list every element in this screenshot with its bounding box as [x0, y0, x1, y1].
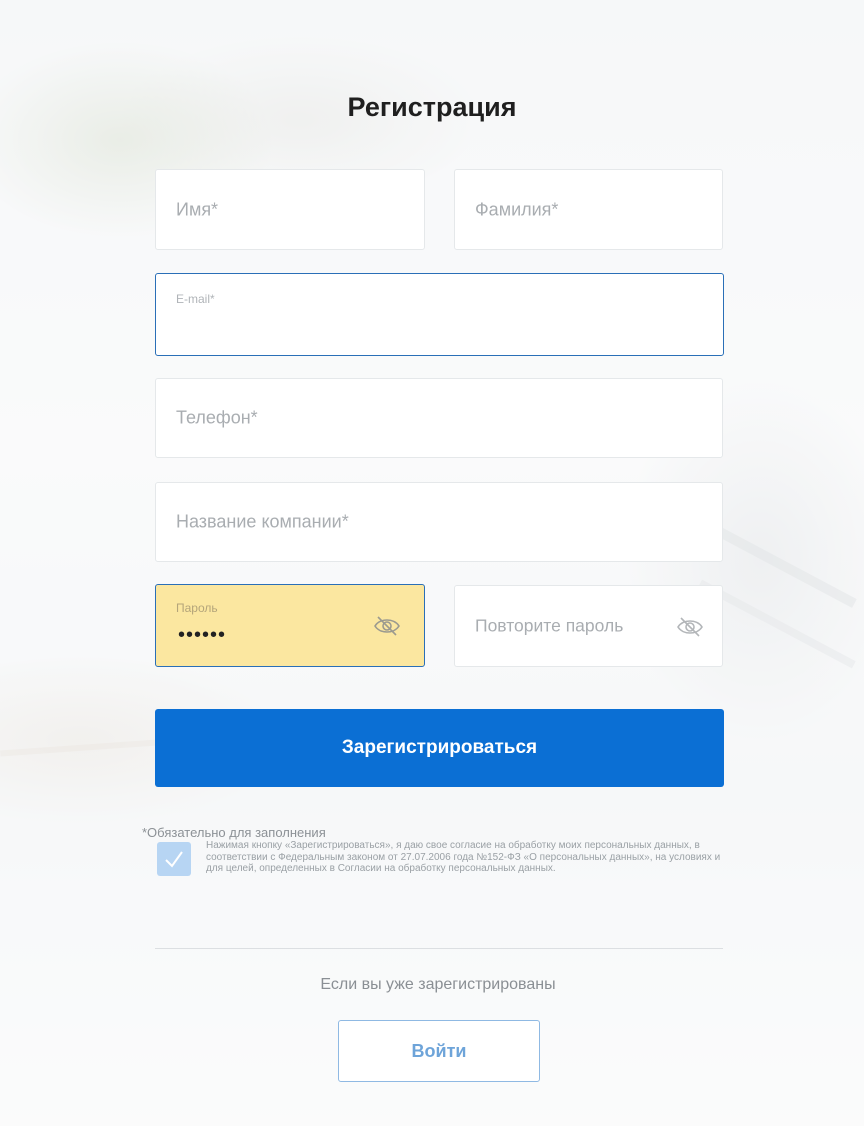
company-field[interactable]: Название компании* — [155, 482, 723, 562]
password-value: •••••• — [178, 624, 227, 646]
login-button[interactable]: Войти — [338, 1020, 540, 1082]
first-name-placeholder: Имя* — [176, 199, 219, 219]
phone-field[interactable]: Телефон* — [155, 378, 723, 458]
password-label: Пароль — [176, 601, 218, 615]
eye-off-icon[interactable] — [676, 616, 704, 638]
password-repeat-field[interactable]: Повторите пароль — [454, 585, 723, 667]
consent-text: Нажимая кнопку «Зарегистрироваться», я д… — [206, 840, 721, 875]
email-label: E-mail* — [176, 292, 215, 306]
background-overlay — [0, 0, 864, 1126]
first-name-field[interactable]: Имя* — [155, 169, 425, 250]
password-field[interactable]: Пароль •••••• — [155, 584, 425, 667]
last-name-placeholder: Фамилия* — [475, 199, 559, 219]
last-name-field[interactable]: Фамилия* — [454, 169, 723, 250]
company-placeholder: Название компании* — [176, 511, 349, 532]
checkmark-icon — [165, 851, 183, 868]
required-note: *Обязательно для заполнения — [142, 825, 326, 840]
page-title: Регистрация — [347, 92, 517, 122]
divider — [155, 948, 723, 949]
eye-off-icon[interactable] — [373, 615, 401, 637]
phone-placeholder: Телефон* — [176, 407, 258, 428]
already-registered-text: Если вы уже зарегистрированы — [320, 976, 556, 993]
email-field[interactable]: E-mail* — [155, 273, 724, 356]
password-repeat-placeholder: Повторите пароль — [475, 615, 624, 636]
consent-checkbox[interactable] — [157, 842, 191, 876]
register-button[interactable]: Зарегистрироваться — [155, 709, 724, 787]
